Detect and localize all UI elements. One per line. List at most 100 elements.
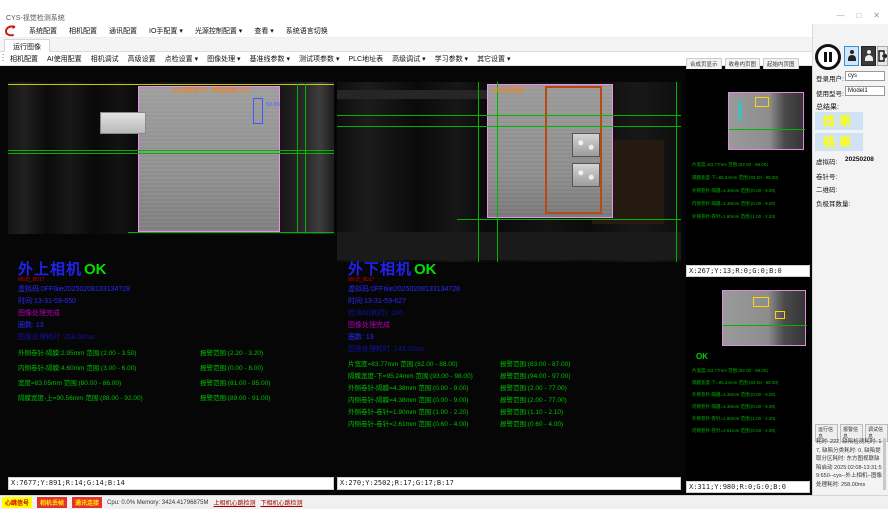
neg-tab-count-label: 负极耳数量: [816, 198, 850, 208]
defect-mark-box [775, 311, 785, 319]
thumb-text-line: 外侧卷针-隔膜=4.38mm 范围:(0.00 - 9.00) [692, 392, 775, 398]
left-pixel-coords: X:7677;Y:891;R:14;G:14;B:14 [8, 477, 334, 490]
measure-line-v2 [305, 84, 306, 232]
tool-learning-params[interactable]: 学习参数 ▾ [435, 54, 468, 64]
top-thumbnail-view[interactable]: 片宽度=83.77mm 范围:(82.00 - 88.00) 隔膜宽度-下=95… [686, 70, 810, 265]
thumb-sub-image [728, 92, 804, 150]
result-status-box-2: 结果 [815, 133, 863, 151]
tool-camera-config[interactable]: 相机配置 [10, 54, 38, 64]
left-time: 时间:13-31-59-650 [18, 296, 76, 306]
tool-advanced-settings[interactable]: 高级设置 [128, 54, 156, 64]
thumb-text-line: 隔膜宽度-下=95.24mm 范围:(93.00 - 98.00) [692, 380, 778, 386]
left-camera-image[interactable]: 好品阈值:93, 峰态阈值:100 53.88 [8, 82, 334, 234]
upper-camera-heartbeat-link[interactable]: 上相机心跳检测 [213, 498, 255, 507]
qrcode-label: 二维码: [816, 184, 837, 194]
measurement-row: 内侧卷针-卷针=2.61mm 范围:(0.60 - 4.00) [348, 418, 468, 428]
user-icon [848, 50, 856, 62]
menu-language-switch[interactable]: 系统语言切换 [286, 26, 328, 36]
thumb-text-line: 片宽度=83.77mm 范围:(82.00 - 88.00) [692, 162, 768, 168]
tool-image-processing[interactable]: 图像处理 ▾ [207, 54, 240, 64]
bottom-thumb-coords: X:311;Y:980;R:0;G:0;B:0 [686, 481, 810, 493]
measure-line-v2 [497, 82, 498, 262]
menu-io-config[interactable]: IO手配置 ▾ [149, 26, 183, 36]
pause-button[interactable] [815, 44, 841, 70]
user-icon [865, 50, 873, 62]
total-result-label: 总结果: [816, 102, 839, 112]
measurement-alarm: 报警范围:(94.00 - 97.00) [500, 370, 570, 380]
defect-mark-box [753, 297, 769, 307]
thumb-text-line: 外侧卷针-卷针=1.90mm 范围:(1.00 - 2.20) [692, 416, 775, 422]
middle-turns-count: 圈数: 13 [348, 332, 374, 342]
status-bar: 心跳信号 相机丢帧 通讯连接 Cpu: 0.0% Memory: 3424.41… [0, 495, 888, 509]
left-turns-count: 圈数: 13 [18, 320, 44, 330]
middle-pixel-coords: X:270;Y:2502;R:17;G:17;B:17 [337, 477, 681, 490]
menu-system-config[interactable]: 系统配置 [29, 26, 57, 36]
window-title: CYS-视觉检测系统 [6, 13, 65, 23]
virtual-code-value: 20250208 [845, 156, 874, 163]
menu-light-config[interactable]: 光源控制配置 ▾ [195, 26, 242, 36]
measurement-row: 外侧卷针-隔膜:2.95mm 范围:(2.00 - 3.50) [18, 347, 136, 357]
thumb-tab-winding[interactable]: 收卷内页图 [725, 58, 761, 69]
menu-comm-config[interactable]: 通讯配置 [109, 26, 137, 36]
defect-mark-box [755, 97, 769, 107]
close-icon[interactable]: ✕ [873, 11, 880, 20]
model-value[interactable]: Model1 [845, 86, 885, 96]
left-ok-status: OK [84, 261, 107, 278]
tool-other-settings[interactable]: 其它设置 ▾ [477, 54, 510, 64]
thumb-ok-status: OK [696, 352, 708, 361]
roi-blue-box [253, 98, 263, 124]
tool-camera-debug[interactable]: 相机调试 [91, 54, 119, 64]
measurement-alarm: 报警范围:(83.00 - 87.00) [500, 358, 570, 368]
thumb-text-line: 隔膜宽度-下=95.24mm 范围:(93.00 - 98.00) [692, 175, 778, 181]
tab-module [572, 133, 600, 157]
measure-line [729, 129, 805, 130]
measure-line-h2 [8, 153, 334, 154]
measurement-row: 内侧卷针-隔膜:4.60mm 范围:(3.00 - 6.00) [18, 362, 136, 372]
log-scrollbar[interactable] [883, 438, 886, 490]
operator-button[interactable] [861, 46, 876, 66]
bottom-thumbnail-view[interactable]: OK 片宽度=83.77mm 范围:(82.00 - 88.00) 隔膜宽度-下… [686, 278, 810, 481]
menu-camera-config[interactable]: 相机配置 [69, 26, 97, 36]
right-control-panel: 登录用户: cys 使用型号: Model1 总结果: 结果 结果 虚拟码: 2… [812, 24, 888, 495]
measurement-row: 内侧卷针-隔膜=4.38mm 范围:(0.00 - 9.00) [348, 394, 468, 404]
measure-line-h2 [337, 126, 681, 127]
middle-camera-image[interactable]: AI检测图像 [337, 82, 681, 262]
measure-line-v1 [478, 82, 479, 262]
thumb-text-line: 内侧卷针-卷针=2.61mm 范围:(0.60 - 4.00) [692, 428, 775, 434]
thumb-text-line: 外侧卷针-隔膜=4.38mm 范围:(0.00 - 9.00) [692, 188, 775, 194]
left-process-done: 图像处理完成 [18, 308, 60, 318]
middle-result-tag: M6记_B017 [348, 276, 374, 283]
measurement-alarm: 报警范围:(0.60 - 4.00) [500, 418, 563, 428]
ai-overlay-label: AI检测图像 [492, 84, 524, 94]
measure-line-h3 [128, 232, 334, 233]
toolbar-grip[interactable] [2, 54, 4, 63]
tool-spot-check[interactable]: 点检设置 ▾ [165, 54, 198, 64]
model-label: 使用型号: [816, 88, 844, 98]
tool-test-params[interactable]: 测试项参数 ▾ [299, 54, 339, 64]
lower-camera-heartbeat-link[interactable]: 下相机心跳检测 [260, 498, 302, 507]
thumb-tab-composite[interactable]: 合成页显示 [686, 58, 722, 69]
thumb-text-line: 内侧卷针-隔膜=4.38mm 范围:(0.00 - 9.00) [692, 201, 775, 207]
maximize-icon[interactable]: □ [856, 11, 861, 20]
menu-bar: 系统配置 相机配置 通讯配置 IO手配置 ▾ 光源控制配置 ▾ 查看 ▾ 系统语… [0, 24, 888, 38]
blue-measure-value: 53.88 [266, 102, 280, 108]
login-user-value[interactable]: cys [845, 71, 885, 81]
thumb-text-line: 片宽度=83.77mm 范围:(82.00 - 88.00) [692, 368, 768, 374]
top-thumb-coords: X:267;Y:13;R:0;G:0;B:0 [686, 265, 810, 277]
tab-run-image[interactable]: 运行图像 [4, 39, 50, 52]
thumb-tab-start[interactable]: 起始内页图 [763, 58, 799, 69]
tool-advanced-debug[interactable]: 高级调试 ▾ [392, 54, 425, 64]
threshold-overlay-text: 好品阈值:93, 峰态阈值:100 [173, 84, 250, 94]
menu-view[interactable]: 查看 ▾ [254, 26, 273, 36]
user-login-button[interactable] [844, 46, 859, 66]
tool-plc-address[interactable]: PLC地址表 [349, 54, 384, 64]
comm-status-badge: 通讯连接 [72, 497, 102, 508]
exit-button[interactable] [877, 46, 888, 66]
middle-time: 时间:13-31-59-627 [348, 296, 406, 306]
thumb-text-line: 外侧卷针-卷针=1.90mm 范围:(1.00 - 2.20) [692, 214, 775, 220]
minimize-icon[interactable]: — [836, 11, 844, 20]
measurement-row: 隔膜宽度-上=90.56mm 范围:(88.00 - 92.00) [18, 392, 143, 402]
measure-line-h1 [337, 115, 681, 116]
tool-ai-use-config[interactable]: AI使用配置 [47, 54, 82, 64]
tool-baseline-params[interactable]: 基准线参数 ▾ [250, 54, 290, 64]
